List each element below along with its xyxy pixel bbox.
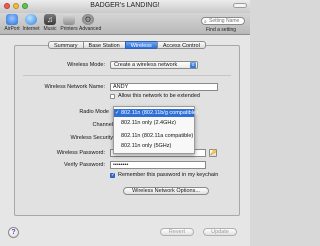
- internet-icon: [25, 14, 37, 25]
- toolbar-printers-label: Printers: [60, 26, 78, 32]
- music-icon: ♫: [44, 14, 56, 25]
- airport-icon: [6, 14, 18, 25]
- toolbar-music-label: Music: [43, 26, 57, 32]
- toolbar-internet-label: Internet: [22, 26, 40, 32]
- toolbar-toggle-button[interactable]: [233, 3, 247, 8]
- tab-bar: Summary Base Station Wireless Access Con…: [48, 41, 206, 49]
- title-bar: BADGER's LANDING!: [0, 0, 250, 14]
- menu-item-11n-24ghz[interactable]: 802.11n only (2.4GHz): [114, 119, 194, 127]
- tab-wireless[interactable]: Wireless: [124, 41, 157, 49]
- find-setting-label: Find a setting: [206, 27, 237, 33]
- tab-summary[interactable]: Summary: [48, 41, 83, 49]
- remember-password-label: Remember this password in my keychain: [118, 172, 219, 178]
- verify-password-field[interactable]: ••••••••: [110, 161, 206, 169]
- printer-icon: [63, 14, 75, 25]
- wireless-mode-popup[interactable]: Create a wireless network ⇕: [110, 61, 198, 69]
- toolbar-internet-button[interactable]: Internet: [22, 14, 40, 32]
- search-icon: ⌕: [204, 19, 207, 25]
- wireless-mode-label: Wireless Mode:: [67, 62, 105, 68]
- search-field[interactable]: ⌕: [201, 17, 245, 25]
- menu-item-11n-a[interactable]: 802.11n (802.11a compatible): [114, 132, 194, 140]
- network-name-label: Wireless Network Name:: [44, 84, 105, 90]
- menu-item-11n-5ghz[interactable]: 802.11n only (5GHz): [114, 142, 194, 150]
- network-name-field[interactable]: ANDY: [110, 83, 218, 91]
- key-icon[interactable]: 🔑: [209, 149, 217, 157]
- section-divider: [23, 75, 231, 76]
- toolbar-printers-button[interactable]: Printers: [60, 14, 78, 32]
- wireless-mode-value: Create a wireless network: [114, 62, 178, 68]
- verify-password-label: Verify Password:: [64, 162, 105, 168]
- search-input[interactable]: [209, 18, 244, 24]
- toolbar: AirPort Internet ♫ Music Printers ⚙ Adva…: [0, 13, 250, 35]
- update-button[interactable]: Update: [203, 228, 237, 236]
- tab-access-control[interactable]: Access Control: [156, 41, 206, 49]
- checkmark-icon: ✓: [115, 110, 120, 116]
- menu-item-11n-bg[interactable]: ✓ 802.11n (802.11b/g compatible): [114, 109, 198, 117]
- toolbar-airport-button[interactable]: AirPort: [3, 14, 21, 32]
- toolbar-music-button[interactable]: ♫ Music: [41, 14, 59, 32]
- allow-extend-label: Allow this network to be extended: [118, 93, 200, 99]
- toolbar-airport-label: AirPort: [4, 26, 20, 32]
- gear-icon: ⚙: [82, 14, 94, 25]
- wireless-network-options-button[interactable]: Wireless Network Options...: [123, 187, 209, 195]
- wireless-security-label: Wireless Security: [70, 135, 113, 141]
- password-label: Wireless Password:: [56, 150, 105, 156]
- airport-utility-window: BADGER's LANDING! AirPort Internet ♫ Mus…: [0, 0, 250, 246]
- chevron-updown-icon: ⇕: [190, 62, 196, 68]
- toolbar-advanced-button[interactable]: ⚙ Advanced: [79, 14, 102, 32]
- allow-extend-checkbox[interactable]: [110, 94, 115, 99]
- toolbar-advanced-label: Advanced: [79, 26, 102, 32]
- channel-label: Channel: [92, 122, 114, 128]
- radio-mode-label: Radio Mode: [79, 109, 109, 115]
- menu-item-label: 802.11n (802.11b/g compatible): [121, 110, 198, 116]
- remember-password-checkbox[interactable]: [110, 172, 115, 178]
- revert-button[interactable]: Revert: [160, 228, 194, 236]
- help-button[interactable]: ?: [8, 227, 19, 238]
- window-title: BADGER's LANDING!: [90, 2, 160, 9]
- tab-base-station[interactable]: Base Station: [82, 41, 125, 49]
- radio-mode-menu: ✓ 802.11n (802.11b/g compatible) 802.11n…: [113, 106, 198, 154]
